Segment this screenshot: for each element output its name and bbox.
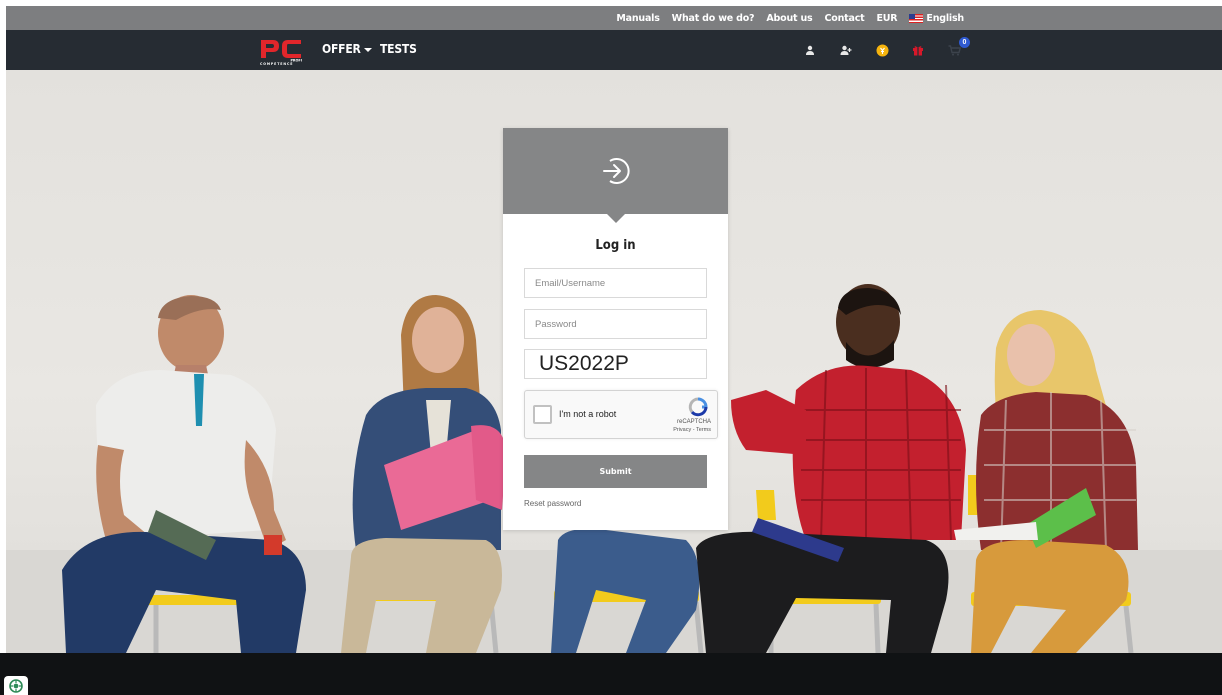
nav-tests[interactable]: TESTS — [380, 42, 417, 56]
chat-widget-icon — [9, 678, 23, 693]
login-card: Log in I'm not a robot reCAPTCHA Privacy… — [503, 128, 728, 530]
topbar-link-what-we-do[interactable]: What do we do? — [672, 13, 755, 24]
svg-text:COMPETENCE: COMPETENCE — [260, 62, 293, 65]
coin-icon[interactable] — [875, 43, 889, 57]
gift-icon[interactable] — [911, 43, 925, 57]
nav-offer-dropdown[interactable]: OFFER — [322, 42, 372, 56]
support-widget[interactable] — [4, 676, 28, 695]
main-navbar: PROFI COMPETENCE OFFER TESTS 0 — [6, 30, 1222, 70]
captcha-code-input[interactable] — [524, 349, 707, 379]
language-selector[interactable]: English — [909, 13, 964, 24]
footer — [0, 653, 1222, 695]
topbar-link-contact[interactable]: Contact — [824, 13, 864, 24]
user-icon[interactable] — [803, 43, 817, 57]
recaptcha-widget: I'm not a robot reCAPTCHA Privacy - Term… — [524, 390, 718, 439]
recaptcha-checkbox[interactable] — [533, 405, 552, 424]
us-flag-icon — [909, 13, 924, 23]
pc-logo[interactable]: PROFI COMPETENCE — [259, 35, 305, 65]
language-label: English — [926, 12, 964, 24]
cart-count-badge: 0 — [959, 37, 970, 48]
nav-offer-label: OFFER — [322, 42, 361, 56]
submit-button[interactable]: Submit — [524, 455, 707, 488]
nav-icon-group: 0 — [803, 30, 970, 70]
recaptcha-logo-icon — [688, 397, 708, 417]
recaptcha-label: I'm not a robot — [559, 409, 617, 419]
currency-selector[interactable]: EUR — [876, 13, 897, 24]
login-title: Log in — [595, 238, 636, 253]
email-username-input[interactable] — [524, 268, 707, 298]
recaptcha-privacy-terms[interactable]: Privacy - Terms — [673, 427, 711, 433]
password-input[interactable] — [524, 309, 707, 339]
top-utility-bar: Manuals What do we do? About us Contact … — [6, 6, 1222, 30]
login-card-header — [503, 128, 728, 223]
caret-down-icon — [363, 47, 372, 52]
sign-in-icon — [602, 158, 630, 184]
topbar-link-about-us[interactable]: About us — [766, 13, 812, 24]
add-user-icon[interactable] — [839, 43, 853, 57]
reset-password-link[interactable]: Reset password — [524, 499, 581, 508]
topbar-link-manuals[interactable]: Manuals — [616, 13, 660, 24]
cart-icon[interactable]: 0 — [947, 37, 970, 57]
recaptcha-brand: reCAPTCHA — [676, 419, 711, 425]
